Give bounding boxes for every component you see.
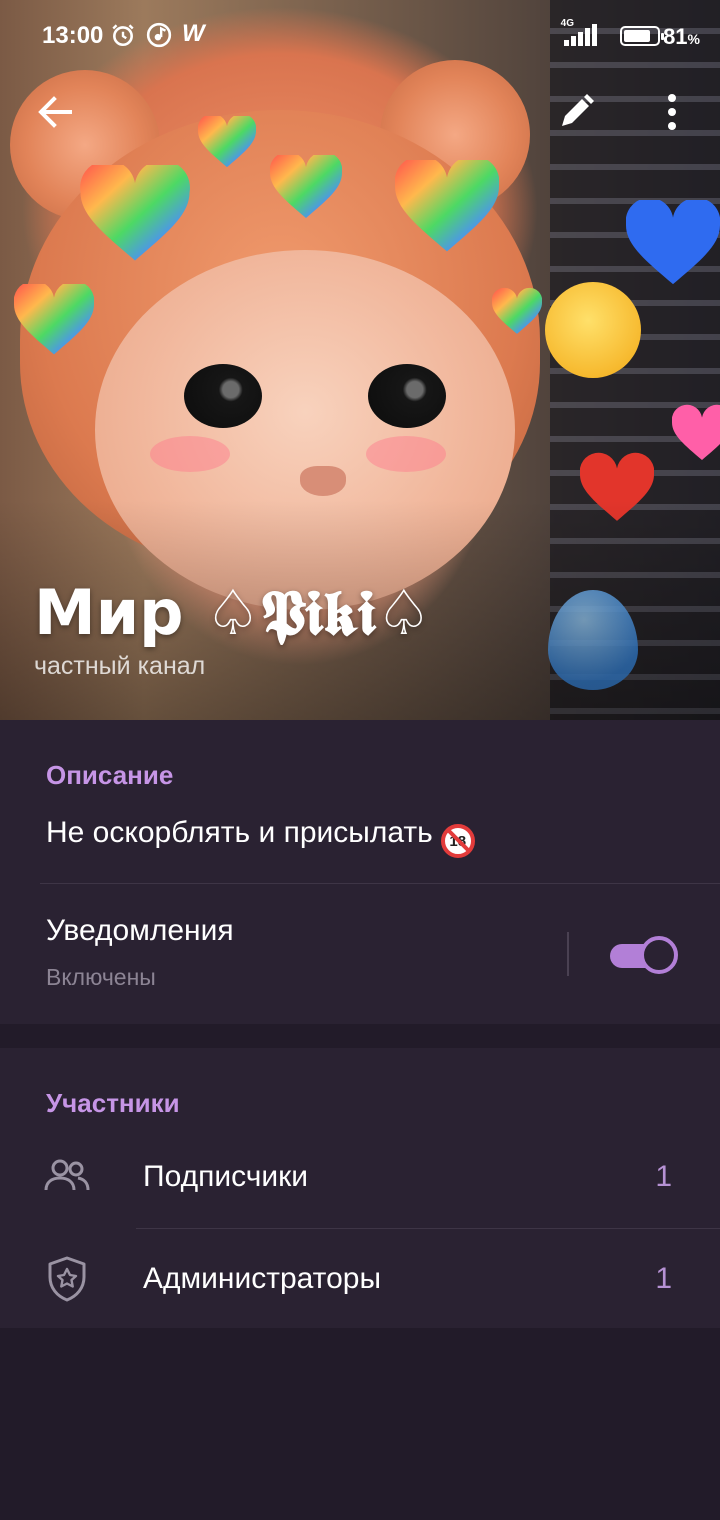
back-button[interactable] — [28, 84, 84, 140]
edit-button[interactable] — [548, 84, 604, 140]
rainbow-heart-icon — [270, 155, 342, 218]
alarm-icon — [112, 24, 134, 47]
status-time: 13:00 — [42, 22, 104, 49]
description-text-value: Не оскорблять и присылать — [46, 816, 433, 849]
administrators-label: Администраторы — [143, 1262, 382, 1295]
rainbow-heart-icon — [80, 165, 190, 261]
arrow-left-icon — [38, 96, 72, 128]
pink-heart-icon — [672, 404, 720, 460]
channel-title: Мир ♤𝕻𝖎𝖐𝖎♤ — [34, 576, 432, 649]
battery-percent: 81% — [663, 24, 700, 49]
signal-icon — [562, 22, 602, 46]
subscribers-row[interactable] — [0, 1130, 720, 1228]
rainbow-heart-icon — [395, 160, 499, 252]
blue-heart-icon — [626, 200, 720, 285]
subscribers-count: 1 — [655, 1160, 672, 1193]
more-vertical-icon — [668, 94, 676, 130]
subscribers-label: Подписчики — [143, 1160, 309, 1193]
empty-area — [0, 1328, 720, 1520]
members-label: Участники — [46, 1088, 180, 1118]
rainbow-heart-icon — [198, 116, 256, 168]
blush-left — [150, 436, 230, 472]
description-text[interactable]: Не оскорблять и присылать 18 — [46, 816, 475, 858]
kitten-nose — [300, 466, 346, 496]
status-bar: 13:00 W 4G 81% — [0, 0, 720, 70]
shield-star-icon — [48, 1256, 86, 1302]
toggle-knob — [640, 936, 678, 974]
kitten-eye-left — [184, 364, 262, 428]
more-options-button[interactable] — [644, 84, 700, 140]
notifications-toggle[interactable] — [610, 936, 678, 974]
music-icon — [146, 22, 172, 48]
notifications-status: Включены — [46, 964, 156, 990]
battery-icon — [620, 26, 664, 46]
kitten-eye-right — [368, 364, 446, 428]
description-label: Описание — [46, 760, 174, 790]
notifications-row[interactable] — [0, 884, 560, 1024]
section-gap — [0, 1024, 720, 1048]
notifications-label: Уведомления — [46, 914, 234, 947]
rainbow-heart-icon — [492, 287, 542, 334]
w-app-icon: W — [182, 20, 205, 47]
pencil-icon — [562, 94, 594, 126]
administrators-count: 1 — [655, 1262, 672, 1295]
channel-subtitle: частный канал — [34, 652, 206, 680]
vertical-separator — [567, 932, 569, 976]
smiling-face-icon — [545, 282, 641, 378]
no-under-18-icon: 18 — [440, 824, 475, 858]
blush-right — [366, 436, 446, 472]
rainbow-heart-icon — [14, 284, 94, 355]
people-icon — [44, 1159, 90, 1191]
